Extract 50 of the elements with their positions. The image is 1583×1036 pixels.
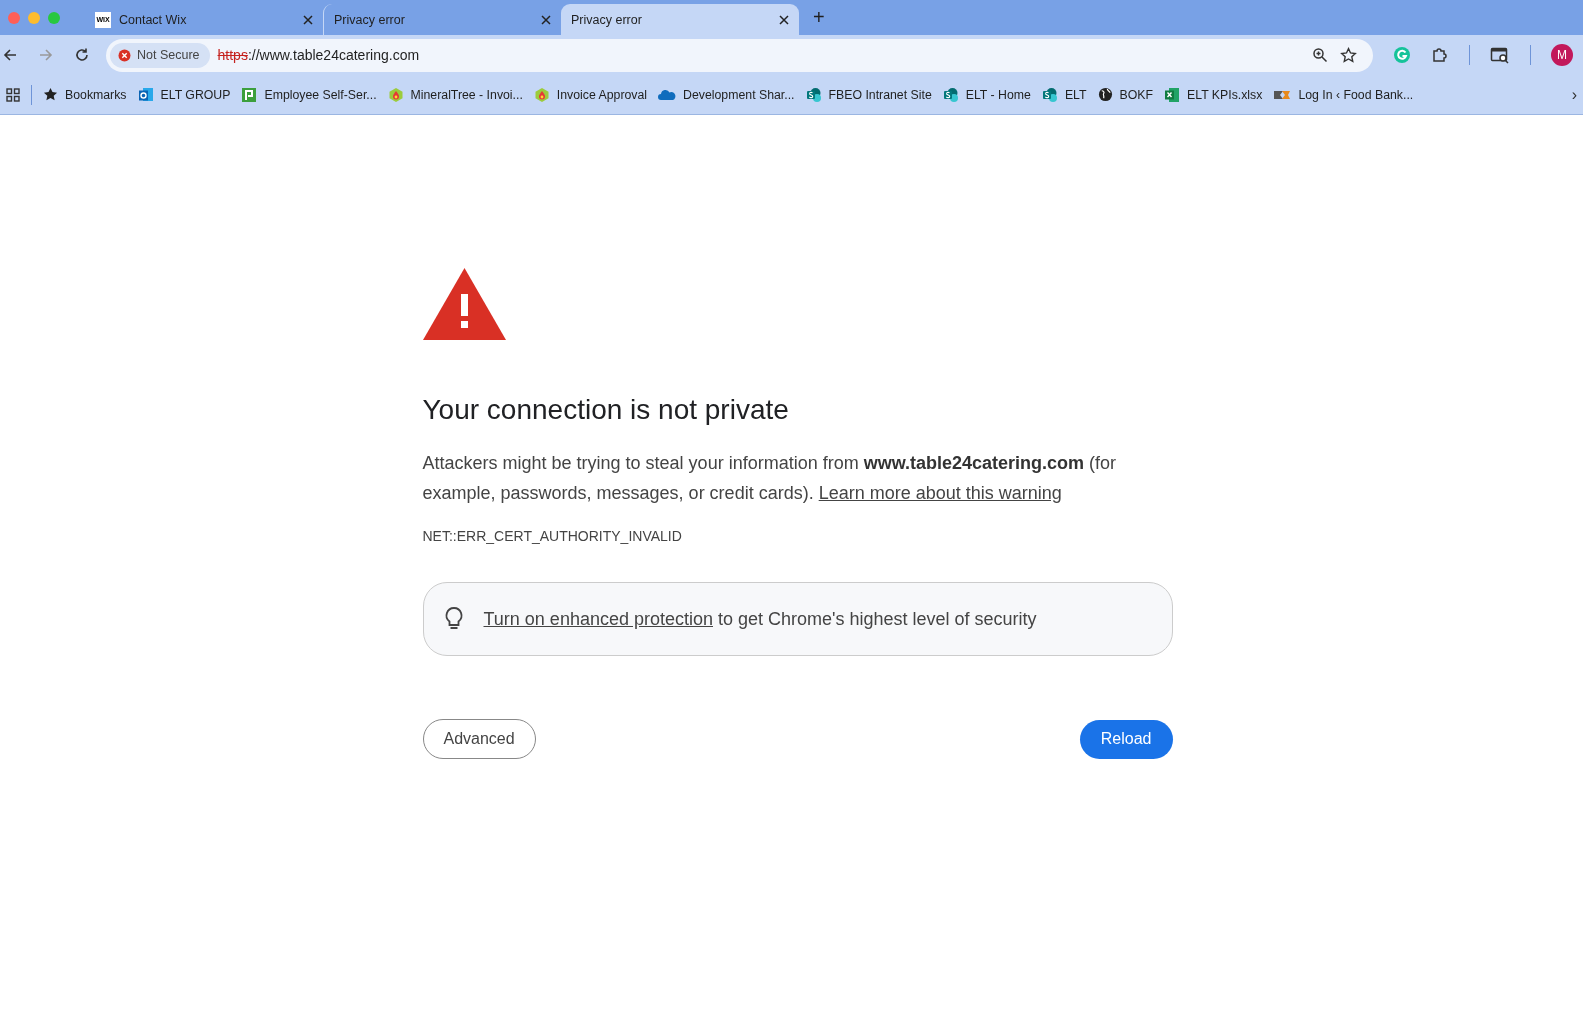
security-chip[interactable]: Not Secure xyxy=(110,42,210,68)
heading: Your connection is not private xyxy=(422,394,790,426)
protection-text: Turn on enhanced protection to get Chrome's highest level of security xyxy=(483,608,1037,630)
reload-button[interactable]: Reload xyxy=(1079,719,1173,759)
bookmark-item[interactable]: BOKF xyxy=(1097,87,1153,102)
bookmark-item[interactable]: MineralTree - Invoi... xyxy=(387,86,523,103)
bookmark-item[interactable]: Log In ‹ Food Bank... xyxy=(1273,87,1414,102)
warning-message: Attackers might be trying to steal your information from www.table24catering.com (for example, passwords, messages, or credit cards). Learn more about this warning xyxy=(422,452,1118,505)
bookmark-item[interactable]: Employee Self-Ser... xyxy=(241,86,377,103)
new-tab-button[interactable]: + xyxy=(807,6,831,29)
bookmark-item[interactable]: Development Shar... xyxy=(658,86,795,103)
mail-app-icon xyxy=(137,86,154,103)
bookmark-item[interactable]: Bookmarks xyxy=(43,87,127,102)
extensions-icon[interactable] xyxy=(1431,46,1449,64)
bookmark-item[interactable]: Invoice Approval xyxy=(533,86,648,103)
flame-icon xyxy=(533,86,550,103)
bookmark-item[interactable]: ELT KPIs.xlsx xyxy=(1164,86,1263,103)
apps-grid-icon[interactable] xyxy=(6,87,20,102)
reload-icon[interactable] xyxy=(74,47,90,63)
app-icon xyxy=(241,86,258,103)
app-icon xyxy=(805,86,822,103)
app-icon xyxy=(942,86,959,103)
star-icon xyxy=(43,87,58,102)
globe-icon xyxy=(1097,87,1113,102)
more-bookmarks-chevron[interactable]: › xyxy=(1571,85,1577,104)
error-icon xyxy=(118,48,131,62)
lightbulb-icon xyxy=(443,606,464,632)
url-text: https://www.table24catering.com xyxy=(217,47,420,63)
app-icon xyxy=(1041,86,1058,103)
zoom-icon[interactable] xyxy=(1312,47,1328,63)
bookmark-item[interactable]: FBEO Intranet Site xyxy=(805,86,932,103)
error-code: NET::ERR_CERT_AUTHORITY_INVALID xyxy=(422,528,683,544)
profile-avatar[interactable]: M xyxy=(1551,44,1573,66)
star-icon[interactable] xyxy=(1340,46,1357,64)
close-icon[interactable] xyxy=(303,14,313,25)
back-icon[interactable] xyxy=(2,47,18,63)
bookmark-item[interactable]: ELT xyxy=(1041,86,1087,103)
advanced-button[interactable]: Advanced xyxy=(422,719,536,759)
address-bar[interactable]: Not Secure https://www.table24catering.com xyxy=(106,38,1373,72)
close-icon[interactable] xyxy=(779,14,789,25)
close-icon[interactable] xyxy=(541,14,551,25)
enhanced-protection-link[interactable]: Turn on enhanced protection xyxy=(483,608,713,629)
bookmark-item[interactable]: ELT GROUP xyxy=(137,86,231,103)
flame-icon xyxy=(387,86,404,103)
browser-tab[interactable]: Privacy error xyxy=(561,4,799,35)
warning-icon xyxy=(422,268,506,340)
tab-search-icon[interactable] xyxy=(1490,46,1510,64)
bookmark-item[interactable]: ELT - Home xyxy=(942,86,1031,103)
learn-more-link[interactable]: Learn more about this warning xyxy=(818,483,1062,503)
spreadsheet-icon xyxy=(1164,86,1180,103)
